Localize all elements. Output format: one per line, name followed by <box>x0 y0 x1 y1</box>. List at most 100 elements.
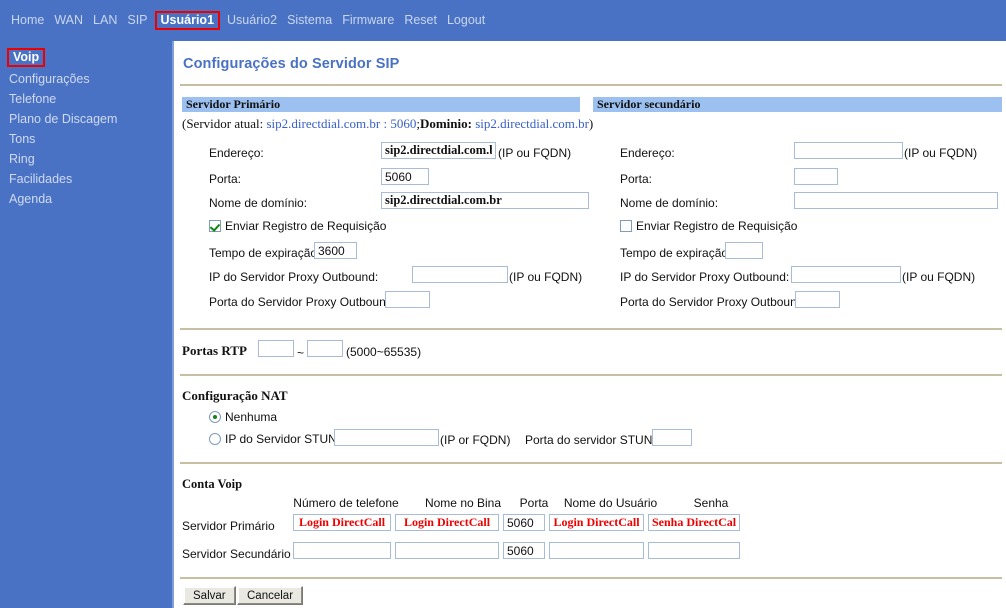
primary-port-label: Porta: <box>209 172 242 186</box>
secondary-register-checkbox[interactable] <box>620 220 632 232</box>
account-primary-phone[interactable] <box>293 514 391 531</box>
current-domain-value: sip2.directdial.com.br <box>475 116 589 131</box>
sidebar-item-plano-de-discagem[interactable]: Plano de Discagem <box>0 109 172 129</box>
account-secondary-user[interactable] <box>549 542 644 559</box>
account-row-label-secondary: Servidor Secundário <box>182 547 291 561</box>
secondary-address-input[interactable] <box>794 142 903 159</box>
sidebar: Voip Configurações Telefone Plano de Discag… <box>0 41 172 608</box>
nav-item-sip[interactable]: SIP <box>122 12 152 29</box>
nat-divider-top <box>180 374 1002 376</box>
current-server-suffix: ) <box>588 116 594 131</box>
sidebar-items: Voip Configurações Telefone Plano de Discag… <box>0 45 172 209</box>
primary-domain-label: Nome de domínio: <box>209 196 308 210</box>
secondary-server-header: Servidor secundário <box>593 97 1002 112</box>
sidebar-item-agenda[interactable]: Agenda <box>0 189 172 209</box>
page-title: Configurações do Servidor SIP <box>183 56 400 72</box>
primary-address-label: Endereço: <box>209 146 264 160</box>
primary-proxy-port-input[interactable] <box>385 291 430 308</box>
secondary-domain-label: Nome de domínio: <box>620 196 719 210</box>
footer-divider <box>180 577 1002 579</box>
rtp-tilde: ~ <box>297 346 305 360</box>
title-divider <box>180 84 1002 86</box>
secondary-proxy-ip-hint: (IP ou FQDN) <box>902 270 976 284</box>
account-col-phone: Número de telefone <box>293 496 399 510</box>
account-row-label-primary: Servidor Primário <box>182 519 275 533</box>
primary-port-input[interactable] <box>381 168 429 185</box>
sidebar-item-facilidades[interactable]: Facilidades <box>0 169 172 189</box>
nav-item-sistema[interactable]: Sistema <box>282 12 337 29</box>
secondary-address-label: Endereço: <box>620 146 675 160</box>
current-server-separator: : <box>383 116 388 131</box>
current-server-host: sip2.directdial.com.br <box>266 116 381 131</box>
rtp-divider-top <box>180 328 1002 330</box>
secondary-proxy-port-input[interactable] <box>795 291 840 308</box>
primary-expire-input[interactable] <box>314 242 357 259</box>
rtp-label: Portas RTP <box>182 343 247 358</box>
account-col-user: Nome do Usuário <box>563 496 658 510</box>
sidebar-item-voip[interactable]: Voip <box>7 48 46 67</box>
nat-none-row[interactable]: Nenhuma <box>209 410 277 424</box>
account-secondary-port[interactable] <box>503 542 545 559</box>
account-primary-password[interactable] <box>648 514 740 531</box>
primary-proxy-ip-label: IP do Servidor Proxy Outbound: <box>209 270 379 284</box>
nat-stun-port-label: Porta do servidor STUN: <box>525 433 656 447</box>
account-secondary-phone[interactable] <box>293 542 391 559</box>
nav-item-logout[interactable]: Logout <box>442 12 490 29</box>
secondary-proxy-port-label: Porta do Servidor Proxy Outbound: <box>620 295 807 309</box>
sidebar-item-wrap: Voip <box>0 45 172 69</box>
nat-stun-radio[interactable] <box>209 433 221 445</box>
secondary-proxy-ip-input[interactable] <box>791 266 901 283</box>
primary-proxy-port-label: Porta do Servidor Proxy Outbound: <box>209 295 396 309</box>
secondary-register-label: Enviar Registro de Requisição <box>636 219 798 233</box>
sidebar-item-ring[interactable]: Ring <box>0 149 172 169</box>
sidebar-item-tons[interactable]: Tons <box>0 129 172 149</box>
primary-proxy-ip-hint: (IP ou FQDN) <box>509 270 583 284</box>
secondary-domain-input[interactable] <box>794 192 998 209</box>
primary-register-row[interactable]: Enviar Registro de Requisição <box>209 219 386 233</box>
nat-stun-ip-input[interactable] <box>334 429 439 446</box>
account-primary-port[interactable] <box>503 514 545 531</box>
primary-server-header: Servidor Primário <box>182 97 580 112</box>
nav-item-firmware[interactable]: Firmware <box>337 12 399 29</box>
account-col-bina: Nome no Bina <box>424 496 502 510</box>
secondary-register-row[interactable]: Enviar Registro de Requisição <box>620 219 797 233</box>
sidebar-item-configura-es[interactable]: Configurações <box>0 69 172 89</box>
account-secondary-password[interactable] <box>648 542 740 559</box>
primary-register-label: Enviar Registro de Requisição <box>225 219 387 233</box>
save-button[interactable]: Salvar <box>183 586 236 605</box>
primary-domain-input[interactable] <box>381 192 589 209</box>
account-primary-user[interactable] <box>549 514 644 531</box>
secondary-expire-input[interactable] <box>725 242 763 259</box>
primary-address-input[interactable] <box>381 142 496 159</box>
nat-stun-port-input[interactable] <box>652 429 692 446</box>
primary-register-checkbox[interactable] <box>209 220 221 232</box>
account-title: Conta Voip <box>182 477 243 491</box>
current-server-prefix: (Servidor atual: <box>182 116 264 131</box>
nav-item-usu-rio1[interactable]: Usuário1 <box>154 11 221 30</box>
primary-current-server-line: (Servidor atual: sip2.directdial.com.br … <box>182 117 593 131</box>
account-primary-bina[interactable] <box>395 514 499 531</box>
nav-item-usu-rio2[interactable]: Usuário2 <box>222 12 282 29</box>
nav-item-lan[interactable]: LAN <box>88 12 122 29</box>
secondary-port-label: Porta: <box>620 172 653 186</box>
current-server-port: 5060 <box>390 116 417 131</box>
secondary-port-input[interactable] <box>794 168 838 185</box>
rtp-range-hint: (5000~65535) <box>346 345 422 359</box>
account-secondary-bina[interactable] <box>395 542 499 559</box>
rtp-to-input[interactable] <box>307 340 343 357</box>
nav-item-wan[interactable]: WAN <box>49 12 88 29</box>
primary-proxy-ip-input[interactable] <box>412 266 508 283</box>
secondary-address-hint: (IP ou FQDN) <box>904 146 978 160</box>
nat-none-label: Nenhuma <box>225 410 278 424</box>
main-content: Configurações do Servidor SIP Servidor P… <box>172 41 1006 608</box>
nav-item-home[interactable]: Home <box>6 12 49 29</box>
cancel-button[interactable]: Cancelar <box>237 586 304 605</box>
rtp-from-input[interactable] <box>258 340 294 357</box>
page-root: Home WAN LAN SIP Usuário1 Usuário2 Sistema Firm… <box>0 0 1006 608</box>
nav-item-reset[interactable]: Reset <box>399 12 442 29</box>
account-divider-top <box>180 462 1002 464</box>
nat-stun-row[interactable]: IP do Servidor STUN: <box>209 432 340 446</box>
top-navigation-bar: Home WAN LAN SIP Usuário1 Usuário2 Sistema Firm… <box>0 0 1006 41</box>
sidebar-item-telefone[interactable]: Telefone <box>0 89 172 109</box>
nat-none-radio[interactable] <box>209 411 221 423</box>
